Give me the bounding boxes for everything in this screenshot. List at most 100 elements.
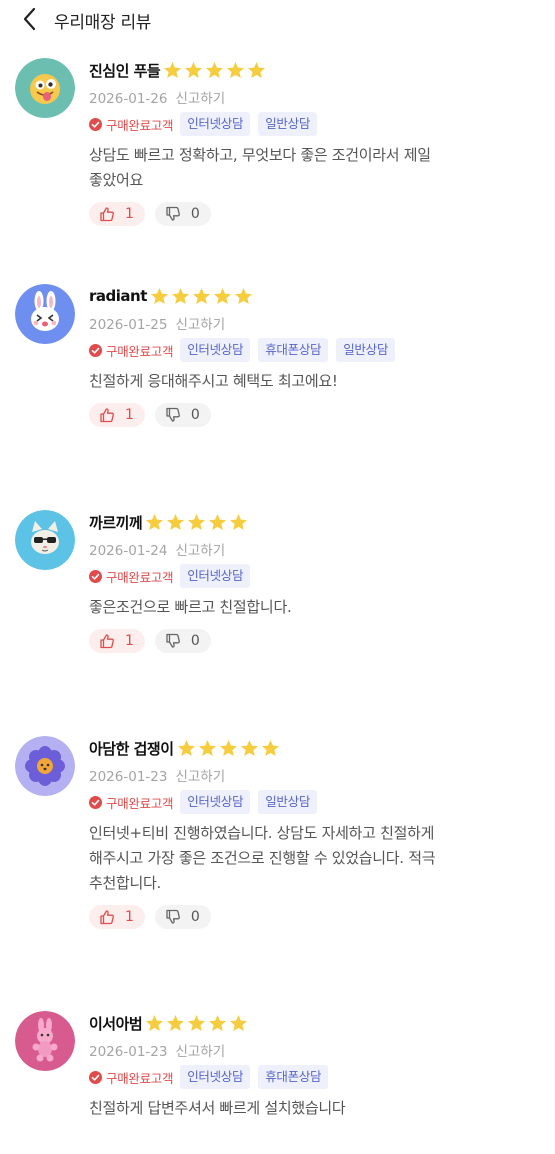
- thumbs-down-icon: [166, 407, 180, 422]
- review-text: 상담도 빠르고 정확하고, 무엇보다 좋은 조건이라서 제일좋았어요: [89, 143, 529, 193]
- like-button[interactable]: 1: [89, 403, 145, 427]
- star-icon: [171, 288, 189, 304]
- dislike-button[interactable]: 0: [154, 629, 211, 653]
- buyer-badge: 구매완료고객: [89, 115, 174, 134]
- check-circle-icon: [89, 1070, 102, 1084]
- tag-row: 구매완료고객 인터넷상담 휴대폰상담 일반상담: [89, 338, 529, 362]
- like-count: 1: [125, 407, 134, 423]
- vote-row: 1 0: [89, 202, 529, 226]
- review-content: 까르끼께 2026-01-24 신고하기 구매완료고객 인터넷상담 좋은조건으로 …: [89, 510, 529, 653]
- rabbit-avatar: [15, 284, 75, 344]
- tag-row: 구매완료고객 인터넷상담 일반상담: [89, 790, 529, 814]
- dislike-button[interactable]: 0: [154, 202, 211, 226]
- star-icon: [188, 514, 206, 530]
- review-date: 2026-01-23: [89, 769, 168, 785]
- check-circle-icon: [89, 795, 102, 809]
- dislike-button[interactable]: 0: [154, 905, 211, 929]
- thumbs-up-icon: [100, 207, 114, 222]
- chevron-left-icon[interactable]: [20, 6, 42, 32]
- pink-bunny-avatar: [15, 1011, 75, 1071]
- review-date: 2026-01-24: [89, 543, 168, 559]
- review-content: 이서아범 2026-01-23 신고하기 구매완료고객 인터넷상담 휴대폰상담 친절…: [89, 1011, 529, 1121]
- star-icon: [209, 1015, 227, 1031]
- like-count: 1: [125, 633, 134, 649]
- report-link[interactable]: 신고하기: [175, 543, 225, 559]
- vote-row: 1 0: [89, 629, 529, 653]
- check-circle-icon: [89, 569, 102, 583]
- review-meta: 2026-01-24 신고하기: [89, 539, 529, 559]
- star-icon: [230, 1015, 248, 1031]
- buyer-label: 구매완료고객: [106, 569, 174, 585]
- buyer-badge: 구매완료고객: [89, 341, 174, 360]
- review-text-line: 추천합니다.: [89, 874, 161, 892]
- cat-sunglasses-avatar: [15, 510, 75, 570]
- consult-tag: 일반상담: [336, 338, 396, 362]
- star-icon: [185, 62, 203, 78]
- review-text-line: 좋았어요: [89, 171, 144, 189]
- consult-tag: 휴대폰상담: [258, 338, 329, 362]
- report-link[interactable]: 신고하기: [175, 91, 225, 107]
- buyer-label: 구매완료고객: [106, 117, 174, 133]
- page-title: 우리매장 리뷰: [54, 13, 152, 33]
- star-icon: [150, 288, 168, 304]
- rating-stars: [177, 739, 282, 757]
- report-link[interactable]: 신고하기: [175, 317, 225, 333]
- reviewer-name: 아담한 겁쟁이: [89, 739, 174, 758]
- header: 우리매장 리뷰: [0, 0, 555, 38]
- thumbs-up-icon: [100, 910, 114, 925]
- name-row: radiant: [89, 285, 529, 307]
- thumbs-down-icon: [166, 206, 180, 221]
- dislike-count: 0: [190, 206, 200, 222]
- review-content: radiant 2026-01-25 신고하기 구매완료고객 인터넷상담 휴대폰상담…: [89, 284, 529, 427]
- rating-stars: [150, 287, 255, 305]
- name-row: 이서아범: [89, 1012, 529, 1034]
- star-icon: [240, 740, 258, 756]
- star-icon: [213, 288, 231, 304]
- dislike-count: 0: [190, 407, 200, 423]
- report-link[interactable]: 신고하기: [175, 1044, 225, 1060]
- consult-tag: 인터넷상담: [180, 790, 251, 814]
- review-date: 2026-01-23: [89, 1044, 168, 1060]
- consult-tag: 인터넷상담: [180, 112, 251, 136]
- like-button[interactable]: 1: [89, 629, 145, 653]
- review-meta: 2026-01-23 신고하기: [89, 765, 529, 785]
- review-text: 좋은조건으로 빠르고 친절합니다.: [89, 595, 529, 620]
- review-text: 친절하게 답변주셔서 빠르게 설치했습니다: [89, 1096, 529, 1121]
- name-row: 까르끼께: [89, 511, 529, 533]
- star-icon: [177, 740, 195, 756]
- report-link[interactable]: 신고하기: [175, 769, 225, 785]
- reviewer-name: 까르끼께: [89, 513, 143, 532]
- review-text-line: 친절하게 답변주셔서 빠르게 설치했습니다: [89, 1099, 346, 1117]
- buyer-label: 구매완료고객: [106, 1070, 174, 1086]
- review-text-line: 인터넷+티비 진행하였습니다. 상담도 자세하고 친절하게: [89, 824, 435, 842]
- buyer-badge: 구매완료고객: [89, 567, 174, 586]
- review-meta: 2026-01-23 신고하기: [89, 1040, 529, 1060]
- flower-avatar: [15, 736, 75, 796]
- star-icon: [146, 514, 164, 530]
- consult-tag: 일반상담: [258, 112, 318, 136]
- consult-tag: 인터넷상담: [180, 338, 251, 362]
- star-icon: [219, 740, 237, 756]
- review-text-line: 상담도 빠르고 정확하고, 무엇보다 좋은 조건이라서 제일: [89, 146, 431, 164]
- consult-tag: 일반상담: [258, 790, 318, 814]
- check-circle-icon: [89, 117, 102, 131]
- review-date: 2026-01-25: [89, 317, 168, 333]
- buyer-label: 구매완료고객: [106, 795, 174, 811]
- like-count: 1: [125, 909, 134, 925]
- like-button[interactable]: 1: [89, 905, 145, 929]
- review-text: 인터넷+티비 진행하였습니다. 상담도 자세하고 친절하게해주시고 가장 좋은 …: [89, 821, 529, 896]
- like-button[interactable]: 1: [89, 202, 145, 226]
- star-icon: [248, 62, 266, 78]
- review-text: 친절하게 응대해주시고 혜택도 최고에요!: [89, 369, 529, 394]
- dislike-count: 0: [190, 909, 200, 925]
- dislike-count: 0: [190, 633, 200, 649]
- star-icon: [261, 740, 279, 756]
- rating-stars: [145, 513, 250, 531]
- dislike-button[interactable]: 0: [154, 403, 211, 427]
- review-text-line: 해주시고 가장 좋은 조건으로 진행할 수 있었습니다. 적극: [89, 849, 436, 867]
- star-icon: [192, 288, 210, 304]
- thumbs-up-icon: [100, 634, 114, 649]
- review-meta: 2026-01-25 신고하기: [89, 313, 529, 333]
- review-date: 2026-01-26: [89, 91, 168, 107]
- name-row: 진심인 푸들: [89, 59, 529, 81]
